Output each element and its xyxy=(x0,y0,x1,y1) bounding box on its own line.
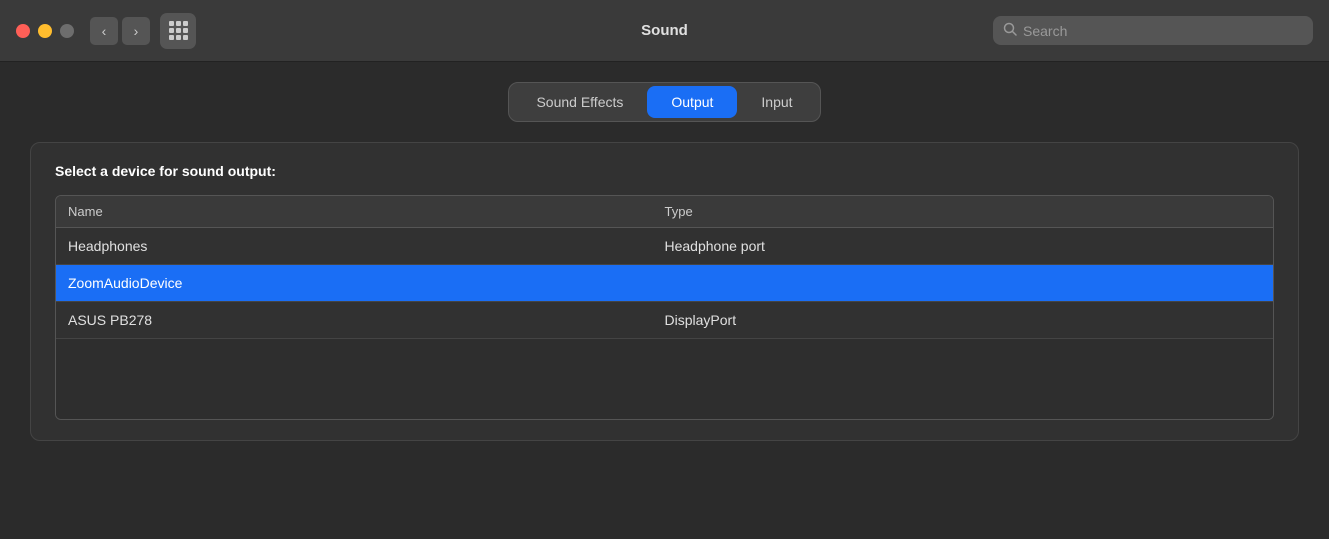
forward-button[interactable]: › xyxy=(122,17,150,45)
device-section: Select a device for sound output: Name T… xyxy=(30,142,1299,441)
back-icon: ‹ xyxy=(102,23,107,39)
tab-sound-effects[interactable]: Sound Effects xyxy=(512,86,647,118)
window-controls xyxy=(16,24,74,38)
tabs: Sound Effects Output Input xyxy=(508,82,820,122)
device-table-wrapper: Name Type Headphones Headphone port Zoom… xyxy=(55,195,1274,420)
tabs-container: Sound Effects Output Input xyxy=(30,82,1299,122)
forward-icon: › xyxy=(134,23,139,39)
tab-input[interactable]: Input xyxy=(737,86,816,118)
table-header: Name Type xyxy=(56,196,1273,228)
nav-buttons: ‹ › xyxy=(90,17,150,45)
zoom-button[interactable] xyxy=(60,24,74,38)
search-icon xyxy=(1003,22,1017,39)
minimize-button[interactable] xyxy=(38,24,52,38)
cell-name: Headphones xyxy=(68,238,665,254)
grid-icon xyxy=(169,21,188,40)
titlebar: ‹ › Sound xyxy=(0,0,1329,62)
grid-view-button[interactable] xyxy=(160,13,196,49)
col-header-name: Name xyxy=(68,204,665,219)
cell-name: ASUS PB278 xyxy=(68,312,665,328)
cell-type: Headphone port xyxy=(665,238,1262,254)
table-row[interactable]: Headphones Headphone port xyxy=(56,228,1273,265)
back-button[interactable]: ‹ xyxy=(90,17,118,45)
col-header-type: Type xyxy=(665,204,1262,219)
cell-name: ZoomAudioDevice xyxy=(68,275,665,291)
cell-type: DisplayPort xyxy=(665,312,1262,328)
tab-output[interactable]: Output xyxy=(647,86,737,118)
search-bar xyxy=(993,16,1313,45)
close-button[interactable] xyxy=(16,24,30,38)
cell-type xyxy=(665,275,1262,291)
table-empty-space xyxy=(56,339,1273,419)
window-title: Sound xyxy=(641,22,688,39)
search-input[interactable] xyxy=(1023,23,1303,39)
table-row[interactable]: ASUS PB278 DisplayPort xyxy=(56,302,1273,339)
section-title: Select a device for sound output: xyxy=(55,163,1274,179)
main-content: Sound Effects Output Input Select a devi… xyxy=(0,62,1329,461)
table-row[interactable]: ZoomAudioDevice xyxy=(56,265,1273,302)
